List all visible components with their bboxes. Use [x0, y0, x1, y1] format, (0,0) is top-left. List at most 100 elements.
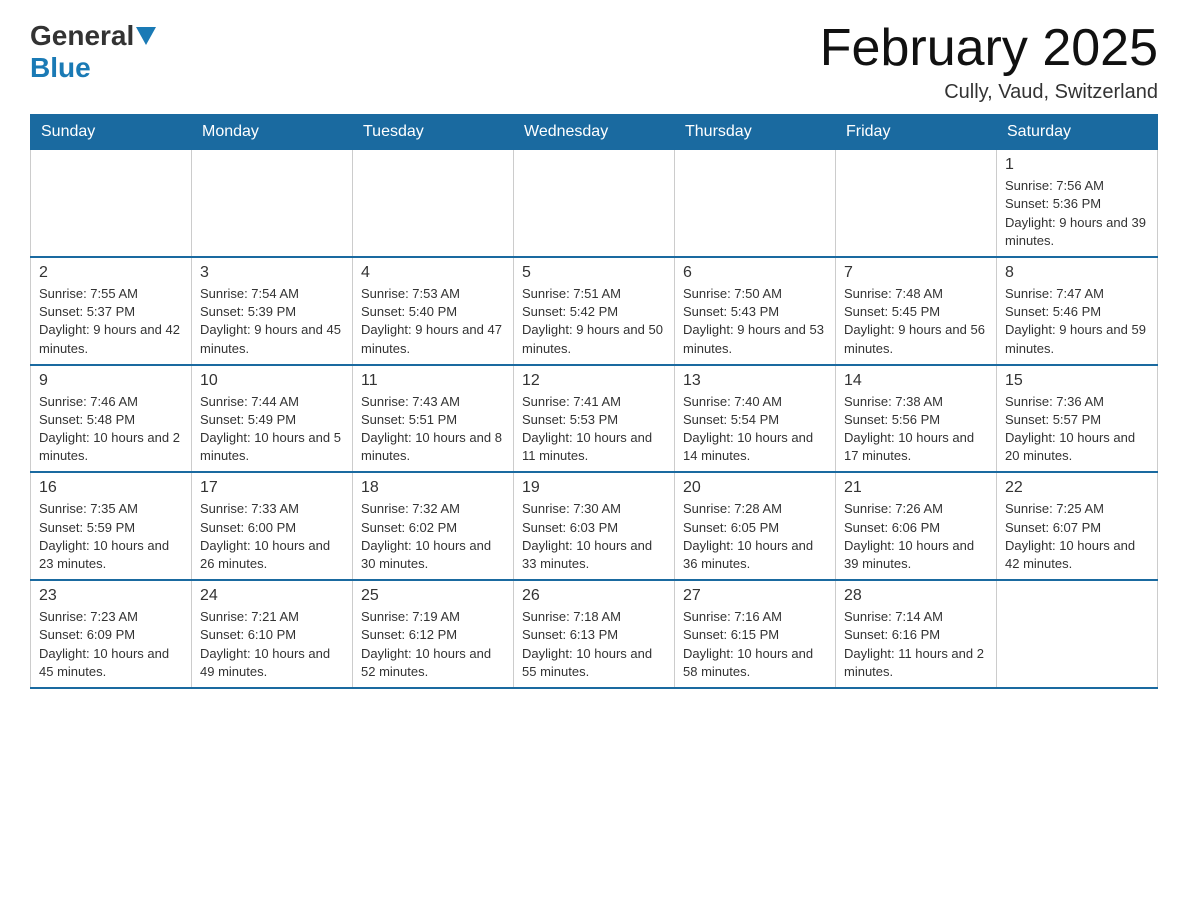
- weekday-header-wednesday: Wednesday: [514, 115, 675, 150]
- day-info: Sunrise: 7:32 AM Sunset: 6:02 PM Dayligh…: [361, 500, 505, 573]
- calendar-cell: 23 Sunrise: 7:23 AM Sunset: 6:09 PM Dayli…: [31, 580, 192, 688]
- calendar-week-5: 23 Sunrise: 7:23 AM Sunset: 6:09 PM Dayli…: [31, 580, 1158, 688]
- calendar-cell: 4 Sunrise: 7:53 AM Sunset: 5:40 PM Daylig…: [353, 257, 514, 365]
- day-number: 24: [200, 587, 344, 605]
- calendar-cell: [836, 150, 997, 257]
- day-number: 7: [844, 264, 988, 282]
- weekday-header-saturday: Saturday: [997, 115, 1158, 150]
- day-info: Sunrise: 7:33 AM Sunset: 6:00 PM Dayligh…: [200, 500, 344, 573]
- day-number: 5: [522, 264, 666, 282]
- calendar-cell: [192, 150, 353, 257]
- calendar-cell: 21 Sunrise: 7:26 AM Sunset: 6:06 PM Dayli…: [836, 472, 997, 580]
- day-info: Sunrise: 7:43 AM Sunset: 5:51 PM Dayligh…: [361, 393, 505, 466]
- calendar-cell: 22Sunrise: 7:25 AM Sunset: 6:07 PM Dayli…: [997, 472, 1158, 580]
- title-block: February 2025 Cully, Vaud, Switzerland: [820, 20, 1158, 104]
- day-number: 17: [200, 479, 344, 497]
- day-number: 9: [39, 372, 183, 390]
- day-number: 23: [39, 587, 183, 605]
- day-number: 4: [361, 264, 505, 282]
- calendar-cell: 14 Sunrise: 7:38 AM Sunset: 5:56 PM Dayli…: [836, 365, 997, 473]
- weekday-header-tuesday: Tuesday: [353, 115, 514, 150]
- day-info: Sunrise: 7:36 AM Sunset: 5:57 PM Dayligh…: [1005, 393, 1149, 466]
- calendar-cell: 16 Sunrise: 7:35 AM Sunset: 5:59 PM Dayli…: [31, 472, 192, 580]
- calendar-cell: [675, 150, 836, 257]
- day-info: Sunrise: 7:19 AM Sunset: 6:12 PM Dayligh…: [361, 608, 505, 681]
- day-number: 14: [844, 372, 988, 390]
- day-info: Sunrise: 7:30 AM Sunset: 6:03 PM Dayligh…: [522, 500, 666, 573]
- day-number: 15: [1005, 372, 1149, 390]
- calendar-cell: 12 Sunrise: 7:41 AM Sunset: 5:53 PM Dayli…: [514, 365, 675, 473]
- calendar-week-2: 2 Sunrise: 7:55 AM Sunset: 5:37 PM Daylig…: [31, 257, 1158, 365]
- logo-general-text: General: [30, 20, 134, 52]
- month-title: February 2025: [820, 20, 1158, 77]
- day-info: Sunrise: 7:25 AM Sunset: 6:07 PM Dayligh…: [1005, 500, 1149, 573]
- day-info: Sunrise: 7:55 AM Sunset: 5:37 PM Dayligh…: [39, 285, 183, 358]
- day-info: Sunrise: 7:16 AM Sunset: 6:15 PM Dayligh…: [683, 608, 827, 681]
- weekday-header-friday: Friday: [836, 115, 997, 150]
- calendar-header-row: SundayMondayTuesdayWednesdayThursdayFrid…: [31, 115, 1158, 150]
- weekday-header-thursday: Thursday: [675, 115, 836, 150]
- day-number: 28: [844, 587, 988, 605]
- calendar-table: SundayMondayTuesdayWednesdayThursdayFrid…: [30, 114, 1158, 689]
- day-info: Sunrise: 7:21 AM Sunset: 6:10 PM Dayligh…: [200, 608, 344, 681]
- logo: General Blue: [30, 20, 158, 84]
- day-number: 12: [522, 372, 666, 390]
- calendar-cell: 19 Sunrise: 7:30 AM Sunset: 6:03 PM Dayli…: [514, 472, 675, 580]
- day-number: 16: [39, 479, 183, 497]
- calendar-cell: 13 Sunrise: 7:40 AM Sunset: 5:54 PM Dayli…: [675, 365, 836, 473]
- weekday-header-monday: Monday: [192, 115, 353, 150]
- calendar-week-1: 1 Sunrise: 7:56 AM Sunset: 5:36 PM Daylig…: [31, 150, 1158, 257]
- day-info: Sunrise: 7:53 AM Sunset: 5:40 PM Dayligh…: [361, 285, 505, 358]
- day-number: 26: [522, 587, 666, 605]
- day-info: Sunrise: 7:56 AM Sunset: 5:36 PM Dayligh…: [1005, 177, 1149, 250]
- day-number: 1: [1005, 156, 1149, 174]
- day-number: 10: [200, 372, 344, 390]
- day-number: 11: [361, 372, 505, 390]
- location-text: Cully, Vaud, Switzerland: [820, 81, 1158, 104]
- calendar-cell: 15 Sunrise: 7:36 AM Sunset: 5:57 PM Dayli…: [997, 365, 1158, 473]
- day-number: 13: [683, 372, 827, 390]
- calendar-cell: 17 Sunrise: 7:33 AM Sunset: 6:00 PM Dayli…: [192, 472, 353, 580]
- day-info: Sunrise: 7:18 AM Sunset: 6:13 PM Dayligh…: [522, 608, 666, 681]
- calendar-cell: 9 Sunrise: 7:46 AM Sunset: 5:48 PM Daylig…: [31, 365, 192, 473]
- calendar-cell: 5 Sunrise: 7:51 AM Sunset: 5:42 PM Daylig…: [514, 257, 675, 365]
- calendar-cell: 3Sunrise: 7:54 AM Sunset: 5:39 PM Daylig…: [192, 257, 353, 365]
- day-info: Sunrise: 7:38 AM Sunset: 5:56 PM Dayligh…: [844, 393, 988, 466]
- calendar-cell: 28 Sunrise: 7:14 AM Sunset: 6:16 PM Dayli…: [836, 580, 997, 688]
- day-info: Sunrise: 7:35 AM Sunset: 5:59 PM Dayligh…: [39, 500, 183, 573]
- day-info: Sunrise: 7:14 AM Sunset: 6:16 PM Dayligh…: [844, 608, 988, 681]
- calendar-cell: [353, 150, 514, 257]
- day-info: Sunrise: 7:23 AM Sunset: 6:09 PM Dayligh…: [39, 608, 183, 681]
- day-number: 3: [200, 264, 344, 282]
- calendar-cell: 24 Sunrise: 7:21 AM Sunset: 6:10 PM Dayli…: [192, 580, 353, 688]
- day-info: Sunrise: 7:40 AM Sunset: 5:54 PM Dayligh…: [683, 393, 827, 466]
- calendar-cell: 11 Sunrise: 7:43 AM Sunset: 5:51 PM Dayli…: [353, 365, 514, 473]
- day-info: Sunrise: 7:41 AM Sunset: 5:53 PM Dayligh…: [522, 393, 666, 466]
- day-number: 8: [1005, 264, 1149, 282]
- day-number: 18: [361, 479, 505, 497]
- day-info: Sunrise: 7:28 AM Sunset: 6:05 PM Dayligh…: [683, 500, 827, 573]
- day-info: Sunrise: 7:46 AM Sunset: 5:48 PM Dayligh…: [39, 393, 183, 466]
- day-info: Sunrise: 7:44 AM Sunset: 5:49 PM Dayligh…: [200, 393, 344, 466]
- calendar-cell: 7 Sunrise: 7:48 AM Sunset: 5:45 PM Daylig…: [836, 257, 997, 365]
- weekday-header-sunday: Sunday: [31, 115, 192, 150]
- day-info: Sunrise: 7:48 AM Sunset: 5:45 PM Dayligh…: [844, 285, 988, 358]
- day-info: Sunrise: 7:51 AM Sunset: 5:42 PM Dayligh…: [522, 285, 666, 358]
- logo-blue-text: Blue: [30, 52, 91, 83]
- day-info: Sunrise: 7:50 AM Sunset: 5:43 PM Dayligh…: [683, 285, 827, 358]
- calendar-cell: 8 Sunrise: 7:47 AM Sunset: 5:46 PM Daylig…: [997, 257, 1158, 365]
- calendar-cell: 6Sunrise: 7:50 AM Sunset: 5:43 PM Daylig…: [675, 257, 836, 365]
- day-number: 20: [683, 479, 827, 497]
- day-number: 21: [844, 479, 988, 497]
- day-number: 27: [683, 587, 827, 605]
- calendar-cell: 18 Sunrise: 7:32 AM Sunset: 6:02 PM Dayli…: [353, 472, 514, 580]
- day-info: Sunrise: 7:26 AM Sunset: 6:06 PM Dayligh…: [844, 500, 988, 573]
- calendar-week-3: 9 Sunrise: 7:46 AM Sunset: 5:48 PM Daylig…: [31, 365, 1158, 473]
- calendar-week-4: 16 Sunrise: 7:35 AM Sunset: 5:59 PM Dayli…: [31, 472, 1158, 580]
- day-number: 19: [522, 479, 666, 497]
- day-number: 2: [39, 264, 183, 282]
- calendar-cell: [31, 150, 192, 257]
- page-header: General Blue February 2025 Cully, Vaud, …: [30, 20, 1158, 104]
- calendar-cell: [514, 150, 675, 257]
- day-info: Sunrise: 7:47 AM Sunset: 5:46 PM Dayligh…: [1005, 285, 1149, 358]
